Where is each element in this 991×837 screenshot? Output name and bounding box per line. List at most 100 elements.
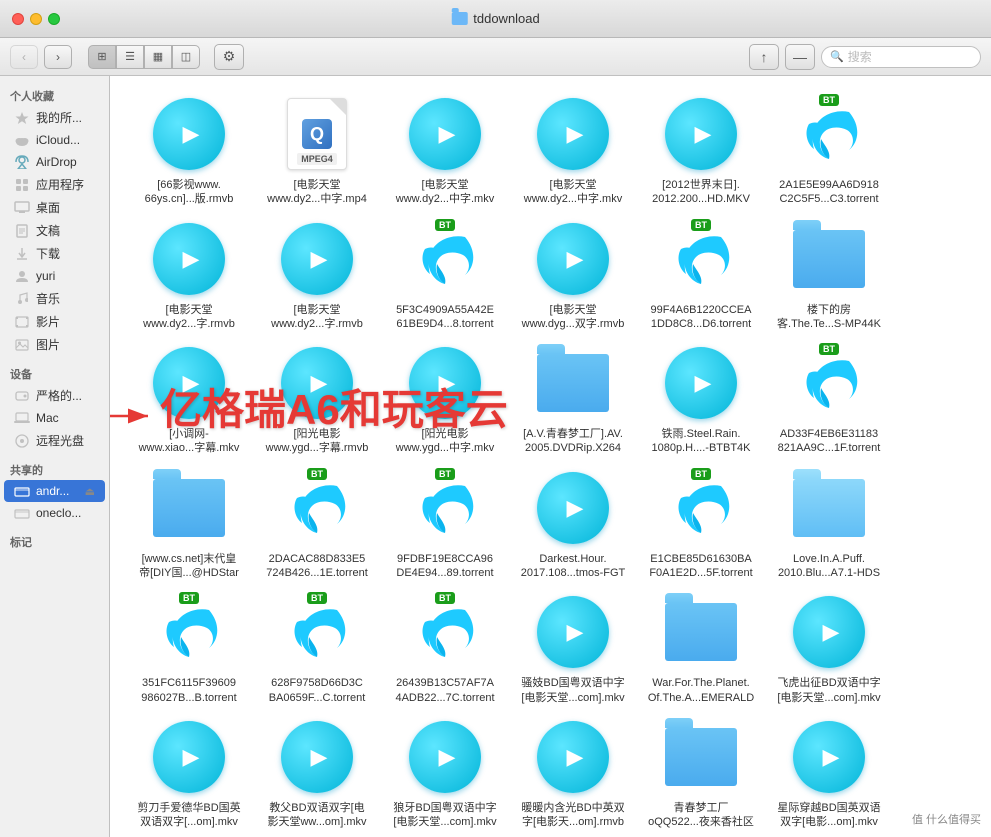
file-name: 26439B13C57AF7A4ADB22...7C.torrent: [395, 676, 494, 705]
view-buttons: ⊞ ☰ ▦ ◫: [88, 45, 200, 69]
sidebar-item-my-stuff[interactable]: 我的所...: [4, 106, 105, 129]
sidebar-item-android[interactable]: andr... ⏏: [4, 480, 105, 502]
video-icon: [409, 721, 481, 793]
toolbar: ‹ › ⊞ ☰ ▦ ◫ ⚙ ↑ — 🔍 搜索: [0, 38, 991, 76]
file-icon-wrap: [533, 219, 613, 299]
video-icon: [281, 223, 353, 295]
close-button[interactable]: [12, 13, 24, 25]
folder-icon: [537, 354, 609, 412]
file-item[interactable]: BT 628F9758D66D3CBA0659F...C.torrent: [253, 584, 381, 709]
file-item[interactable]: BT E1CBE85D61630BAF0A1E2D...5F.torrent: [637, 460, 765, 585]
bird-svg: [159, 602, 219, 662]
file-icon-wrap: [405, 343, 485, 423]
file-icon-wrap: [277, 717, 357, 797]
cloud-icon: [14, 132, 30, 148]
file-name: 351FC6115F39609986027B...B.torrent: [141, 676, 236, 705]
video-icon: [537, 472, 609, 544]
file-item[interactable]: 铁雨.Steel.Rain.1080p.H....-BTBT4K: [637, 335, 765, 460]
music-icon: [14, 291, 30, 307]
file-name: [电影天堂www.dy2...字.rmvb: [143, 303, 235, 332]
video-icon: [409, 98, 481, 170]
file-item[interactable]: [阳光电影www.ygd...中字.mkv: [381, 335, 509, 460]
file-item[interactable]: 暖暖内含光BD中英双字[电影天...om].rmvb: [509, 709, 637, 834]
gear-button[interactable]: ⚙: [214, 44, 244, 70]
file-item[interactable]: Q MPEG4 [电影天堂www.dy2...中字.mp4: [253, 86, 381, 211]
file-item[interactable]: 楼下的房客.The.Te...S-MP44K: [765, 211, 893, 336]
view-icon-button[interactable]: ⊞: [88, 45, 116, 69]
file-icon-wrap: Q MPEG4: [277, 94, 357, 174]
bt-icon: BT: [795, 347, 863, 419]
file-item[interactable]: 青春梦工厂oQQ522...夜来香社区: [637, 709, 765, 834]
sidebar-item-strict[interactable]: 严格的...: [4, 384, 105, 407]
sidebar-item-airdrop[interactable]: AirDrop: [4, 151, 105, 173]
icloud-label: iCloud...: [36, 133, 80, 147]
file-item[interactable]: [A.V.青春梦工厂].AV.2005.DVDRip.X264: [509, 335, 637, 460]
file-item[interactable]: [电影天堂www.dy2...中字.mkv: [509, 86, 637, 211]
sidebar-item-movies[interactable]: 影片: [4, 310, 105, 333]
file-item[interactable]: [小调网-www.xiao...字幕.mkv: [125, 335, 253, 460]
back-button[interactable]: ‹: [10, 45, 38, 69]
file-item[interactable]: [www.cs.net]末代皇帝[DIY国...@HDStar: [125, 460, 253, 585]
sidebar-item-downloads[interactable]: 下载: [4, 242, 105, 265]
view-cover-button[interactable]: ◫: [172, 45, 200, 69]
video-icon: [153, 223, 225, 295]
file-item[interactable]: BT 99F4A6B1220CCEA1DD8C8...D6.torrent: [637, 211, 765, 336]
file-item[interactable]: [阳光电影www.ygd...字幕.rmvb: [253, 335, 381, 460]
file-item[interactable]: BT B6C09F4C267FE9BF29B4D...AF.torrent: [125, 834, 253, 837]
sidebar-item-pictures[interactable]: 图片: [4, 333, 105, 356]
file-item[interactable]: [电影天堂www.dy2...字.rmvb: [125, 211, 253, 336]
spacer-button[interactable]: —: [785, 44, 815, 70]
file-name: E1CBE85D61630BAF0A1E2D...5F.torrent: [649, 552, 752, 581]
file-item[interactable]: Darkest.Hour.2017.108...tmos-FGT: [509, 460, 637, 585]
file-item[interactable]: BT 9FDBF19E8CCA96DE4E94...89.torrent: [381, 460, 509, 585]
file-item[interactable]: BT 5F3C4909A55A42E61BE9D4...8.torrent: [381, 211, 509, 336]
file-icon-wrap: [533, 717, 613, 797]
downloads-icon: [14, 246, 30, 262]
file-item[interactable]: BT 351FC6115F39609986027B...B.torrent: [125, 584, 253, 709]
sidebar-item-mac[interactable]: Mac: [4, 407, 105, 429]
file-item[interactable]: 星际穿越BD国英双语双字[电影...om].mkv: [765, 709, 893, 834]
file-item[interactable]: 剪刀手爱德华BD国英双语双字[...om].mkv: [125, 709, 253, 834]
file-item[interactable]: [电影天堂www.dy2...字.rmvb: [253, 211, 381, 336]
file-name: [阳光电影www.ygd...中字.mkv: [396, 427, 494, 456]
file-item[interactable]: 狼牙BD国粤双语中字[电影天堂...com].mkv: [381, 709, 509, 834]
sidebar-item-music[interactable]: 音乐: [4, 287, 105, 310]
sidebar-item-applications[interactable]: 应用程序: [4, 173, 105, 196]
mpeg-label: MPEG4: [297, 153, 337, 165]
sidebar-item-desktop[interactable]: 桌面: [4, 196, 105, 219]
sidebar-section-shared: 共享的: [0, 458, 109, 480]
file-item[interactable]: 教父BD双语双字[电影天堂ww...om].mkv: [253, 709, 381, 834]
apps-icon: [14, 177, 30, 193]
sidebar-item-remote-disk[interactable]: 远程光盘: [4, 429, 105, 452]
minimize-button[interactable]: [30, 13, 42, 25]
file-item[interactable]: 骚妓BD国粤双语中字[电影天堂...com].mkv: [509, 584, 637, 709]
file-item[interactable]: [电影天堂www.dyg...双字.rmvb: [509, 211, 637, 336]
file-item[interactable]: BT 26439B13C57AF7A4ADB22...7C.torrent: [381, 584, 509, 709]
search-box[interactable]: 🔍 搜索: [821, 46, 981, 68]
sidebar-item-oneclo[interactable]: oneclo...: [4, 502, 105, 524]
file-item[interactable]: BT AD33F4EB6E31183821AA9C...1F.torrent: [765, 335, 893, 460]
view-column-button[interactable]: ▦: [144, 45, 172, 69]
sidebar-item-yuri[interactable]: yuri: [4, 265, 105, 287]
forward-button[interactable]: ›: [44, 45, 72, 69]
file-item[interactable]: [2012世界末日].2012.200...HD.MKV: [637, 86, 765, 211]
share-button[interactable]: ↑: [749, 44, 779, 70]
file-item[interactable]: War.For.The.Planet.Of.The.A...EMERALD: [637, 584, 765, 709]
sidebar-item-documents[interactable]: 文稿: [4, 219, 105, 242]
file-item[interactable]: [电影天堂www.dy2...中字.mkv: [381, 86, 509, 211]
file-item[interactable]: BT 2DACAC88D833E5724B426...1E.torrent: [253, 460, 381, 585]
maximize-button[interactable]: [48, 13, 60, 25]
user-icon: [14, 268, 30, 284]
file-item[interactable]: Love.In.A.Puff.2010.Blu...A7.1-HDS: [765, 460, 893, 585]
eject-icon[interactable]: ⏏: [85, 485, 95, 498]
file-item[interactable]: 飞虎出征BD双语中字[电影天堂...com].mkv: [765, 584, 893, 709]
bt-icon: BT: [283, 472, 351, 544]
bt-icon: BT: [155, 596, 223, 668]
file-name: 剪刀手爱德华BD国英双语双字[...om].mkv: [137, 801, 240, 830]
sidebar-item-icloud[interactable]: iCloud...: [4, 129, 105, 151]
file-name: [电影天堂www.dy2...中字.mp4: [267, 178, 367, 207]
file-icon-wrap: BT: [405, 468, 485, 548]
view-list-button[interactable]: ☰: [116, 45, 144, 69]
file-item[interactable]: BT 2A1E5E99AA6D918C2C5F5...C3.torrent: [765, 86, 893, 211]
file-item[interactable]: [66影视www.66ys.cn]...版.rmvb: [125, 86, 253, 211]
